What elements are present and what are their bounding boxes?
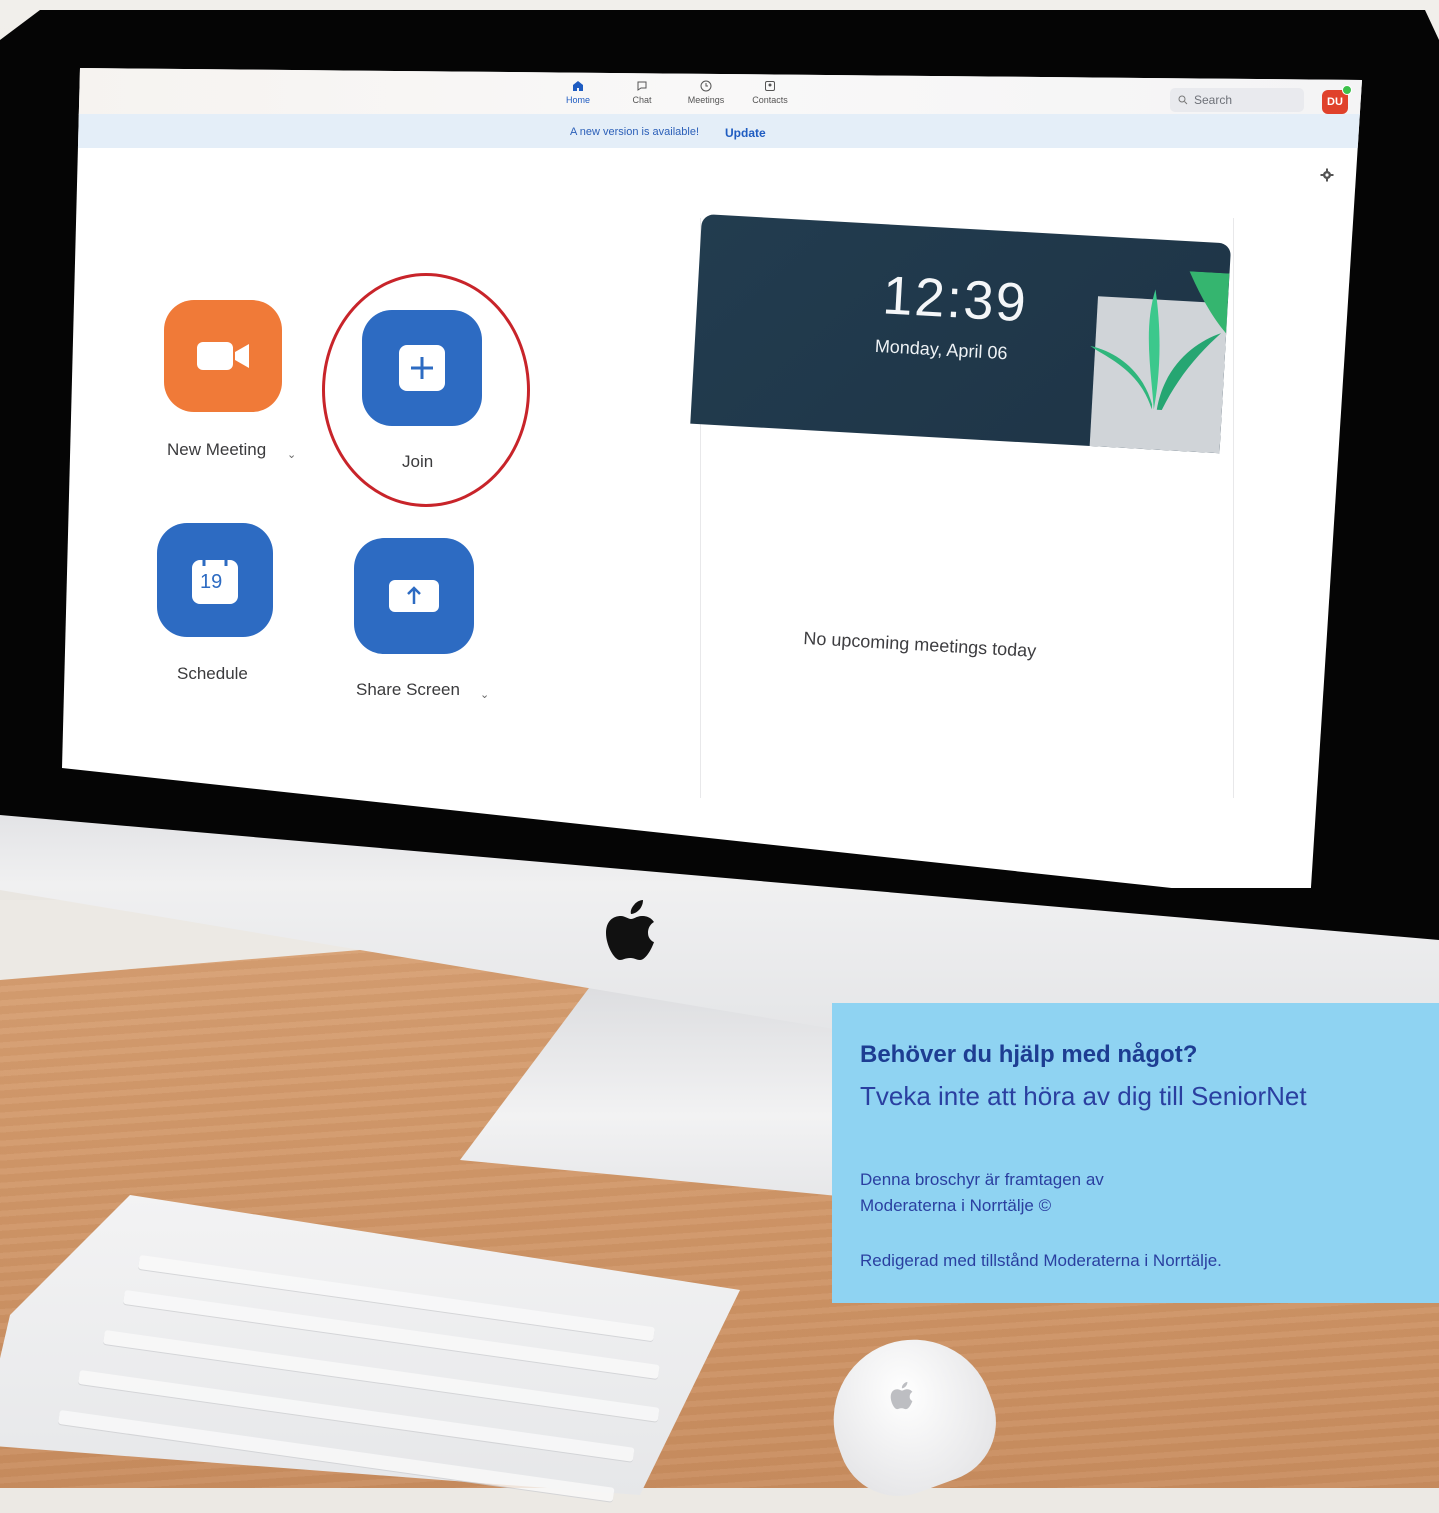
- schedule-button[interactable]: 19: [157, 523, 273, 637]
- edited-note: Redigerad med tillstånd Moderaterna i No…: [860, 1251, 1222, 1270]
- gear-icon[interactable]: [1320, 168, 1334, 182]
- home-icon: [573, 81, 583, 91]
- search-icon: [1178, 95, 1188, 105]
- nav-home-label: Home: [565, 95, 590, 105]
- nav-contacts[interactable]: Contacts: [742, 80, 798, 105]
- clock-date: Monday, April 06: [874, 335, 1009, 364]
- apple-logo-icon: [606, 900, 654, 960]
- apple-logo-icon: [890, 1382, 913, 1410]
- credit-line-1: Denna broschyr är framtagen av: [860, 1170, 1104, 1189]
- chevron-down-icon[interactable]: ⌄: [480, 688, 489, 701]
- video-camera-icon: [197, 342, 249, 370]
- contacts-icon: [765, 81, 775, 91]
- help-subheading: Tveka inte att höra av dig till SeniorNe…: [860, 1081, 1307, 1111]
- new-meeting-label: New Meeting: [167, 440, 267, 459]
- clock-time: 12:39: [881, 265, 1030, 334]
- search-placeholder: Search: [1194, 93, 1233, 107]
- chat-icon: [637, 81, 647, 91]
- nav-home[interactable]: Home: [550, 80, 606, 105]
- nav-meetings[interactable]: Meetings: [678, 80, 734, 105]
- schedule-label: Schedule: [177, 664, 248, 683]
- share-screen-button[interactable]: [354, 538, 474, 654]
- nav-chat[interactable]: Chat: [614, 80, 670, 105]
- plant-leaves-icon: [1090, 271, 1230, 410]
- update-banner: [62, 114, 1362, 148]
- nav-chat-label: Chat: [632, 95, 652, 105]
- calendar-day: 19: [200, 571, 223, 593]
- status-online-dot: [1342, 85, 1352, 95]
- help-panel: Behöver du hjälp med något? Tveka inte a…: [832, 1003, 1439, 1303]
- search-input[interactable]: Search: [1170, 88, 1304, 112]
- share-screen-label: Share Screen: [356, 680, 460, 699]
- update-link[interactable]: Update: [725, 126, 766, 140]
- credit-line-2: Moderaterna i Norrtälje ©: [860, 1196, 1052, 1215]
- chevron-down-icon[interactable]: ⌄: [287, 448, 296, 461]
- upload-arrow-icon: [389, 580, 439, 612]
- new-meeting-button[interactable]: [164, 300, 282, 412]
- join-label: Join: [402, 452, 434, 471]
- nav-meetings-label: Meetings: [687, 95, 725, 105]
- clock-icon: [700, 80, 712, 92]
- monitor-screen: Home Chat Meetings Contacts Search DU A …: [62, 68, 1362, 888]
- help-heading: Behöver du hjälp med något?: [860, 1041, 1198, 1068]
- update-message: A new version is available!: [570, 126, 700, 138]
- nav-contacts-label: Contacts: [752, 95, 788, 105]
- clock-banner: 12:39 Monday, April 06: [690, 214, 1232, 454]
